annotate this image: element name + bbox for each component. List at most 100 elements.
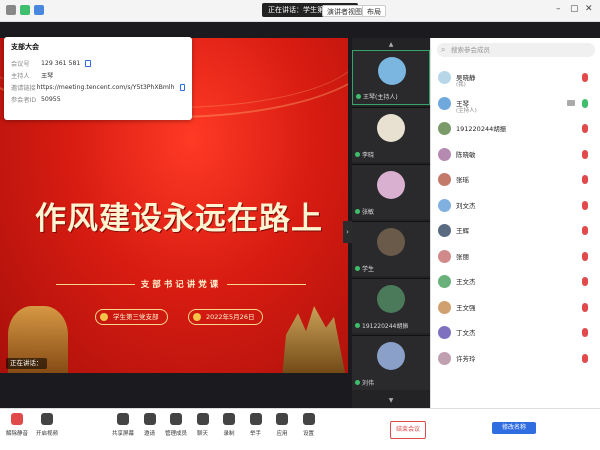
participant-name: 191220244胡振 bbox=[456, 125, 507, 133]
avatar bbox=[438, 224, 451, 237]
participant-row[interactable]: 张丽 bbox=[431, 245, 600, 270]
mic-icon[interactable] bbox=[582, 302, 588, 312]
chat-button[interactable]: 聊天 bbox=[190, 413, 216, 437]
close-icon[interactable]: ✕ bbox=[585, 4, 593, 14]
avatar bbox=[438, 173, 451, 186]
invite-link-value[interactable]: https://meeting.tencent.com/s/Y5t3PhXBml… bbox=[37, 84, 175, 91]
layout-button[interactable]: 布局 bbox=[362, 5, 386, 17]
maximize-icon[interactable]: ▢ bbox=[570, 4, 579, 14]
participant-row[interactable]: 张瑶 bbox=[431, 168, 600, 193]
mic-icon[interactable] bbox=[582, 353, 588, 363]
mic-icon[interactable] bbox=[582, 200, 588, 210]
date-pill: 2022年5月26日 bbox=[188, 309, 264, 325]
scroll-down-icon[interactable]: ▼ bbox=[387, 398, 395, 404]
raise-hand-button[interactable]: 举手 bbox=[243, 413, 269, 437]
video-tile-label: 李晓 bbox=[362, 152, 375, 159]
video-tile-name: 李晓 bbox=[355, 150, 374, 159]
record-button[interactable]: 录制 bbox=[216, 413, 242, 437]
video-tile[interactable]: 学生 bbox=[352, 221, 430, 276]
mic-icon[interactable] bbox=[582, 98, 588, 108]
participant-name: 张瑶 bbox=[456, 176, 469, 184]
mic-icon[interactable] bbox=[582, 277, 588, 286]
participant-row[interactable]: 吴晓静 (我) bbox=[431, 66, 600, 91]
video-tile[interactable]: 刘伟 bbox=[352, 335, 430, 390]
video-tile[interactable]: 李晓 bbox=[352, 107, 430, 162]
participant-row[interactable]: 许芳玲 bbox=[431, 347, 600, 372]
invite-button[interactable]: 邀请 bbox=[137, 413, 163, 437]
participant-row[interactable]: 191220244胡振 bbox=[431, 117, 600, 142]
scroll-up-icon[interactable]: ▲ bbox=[387, 42, 395, 48]
rename-button[interactable]: 修改名称 bbox=[492, 422, 536, 434]
mic-icon[interactable] bbox=[582, 124, 588, 133]
mic-icon[interactable] bbox=[582, 328, 588, 337]
avatar bbox=[377, 114, 405, 142]
avatar bbox=[377, 171, 405, 199]
video-tile-label: 张敏 bbox=[362, 209, 375, 216]
copy-icon[interactable] bbox=[85, 59, 92, 67]
info-icon[interactable] bbox=[6, 5, 16, 15]
participant-name: 陈晓敏 bbox=[456, 150, 476, 159]
start-video-button[interactable]: 开启视频 bbox=[34, 413, 60, 437]
mic-icon[interactable] bbox=[582, 73, 588, 82]
participant-row[interactable]: 陈晓敏 bbox=[431, 143, 600, 168]
apps-button[interactable]: 应用 bbox=[269, 413, 295, 437]
raise-hand-icon bbox=[249, 413, 262, 425]
mic-icon[interactable] bbox=[582, 175, 588, 184]
avatar bbox=[438, 198, 451, 212]
meeting-id-row: 会议号 129 361 581 bbox=[11, 57, 185, 69]
avatar bbox=[438, 147, 451, 161]
participant-name: 许芳玲 bbox=[456, 354, 476, 363]
participant-row[interactable]: 王文杰 bbox=[431, 270, 600, 295]
toolbar-label: 开启视频 bbox=[35, 431, 58, 437]
security-icon[interactable] bbox=[20, 5, 30, 15]
collapse-video-handle[interactable]: › bbox=[343, 221, 352, 243]
mic-icon bbox=[356, 94, 361, 99]
mic-icon[interactable] bbox=[582, 149, 588, 159]
participant-row[interactable]: 王辉 bbox=[431, 219, 600, 244]
slide-subtitle-row: 支部书记讲党课 bbox=[56, 277, 307, 291]
video-tile-name: 王琴(主持人) bbox=[356, 92, 398, 101]
date-pill-text: 2022年5月26日 bbox=[206, 313, 255, 321]
video-tile-label: 王琴(主持人) bbox=[363, 94, 398, 101]
invite-link-row: 邀请链接 https://meeting.tencent.com/s/Y5t3P… bbox=[11, 81, 185, 93]
video-tile[interactable]: 191220244胡振 bbox=[352, 278, 430, 333]
mic-icon[interactable] bbox=[582, 226, 588, 235]
video-tile[interactable]: 王琴(主持人) bbox=[352, 50, 430, 105]
video-tile-label: 学生 bbox=[362, 266, 375, 273]
divider bbox=[227, 283, 307, 285]
video-tile-label: 刘伟 bbox=[362, 380, 375, 387]
info-key: 参会者ID bbox=[11, 96, 37, 104]
avatar bbox=[377, 228, 405, 256]
end-meeting-button[interactable]: 结束会议 bbox=[390, 421, 426, 439]
participant-row[interactable]: 王琴 (主持人) bbox=[431, 92, 600, 117]
video-tile-name: 张敏 bbox=[355, 207, 374, 216]
settings-button[interactable]: 设置 bbox=[296, 413, 322, 437]
participant-row[interactable]: 王文强 bbox=[431, 296, 600, 321]
chat-icon bbox=[196, 413, 209, 425]
slide-title: 作风建设永远在路上 bbox=[35, 201, 323, 237]
share-screen-button[interactable]: 共享屏幕 bbox=[110, 413, 136, 437]
avatar bbox=[438, 122, 451, 135]
participant-search-input[interactable]: 搜索参会成员 bbox=[437, 43, 595, 57]
top-toolbar: 正在讲话：学生第三党支部 演讲者视图 布局 – ▢ ✕ bbox=[0, 0, 600, 22]
manage-members-button[interactable]: 管理成员 bbox=[163, 413, 189, 437]
participant-row[interactable]: 刘文杰 bbox=[431, 194, 600, 219]
video-tile-name: 刘伟 bbox=[355, 378, 374, 387]
mic-icon bbox=[355, 380, 360, 385]
unmute-button[interactable]: 解除静音 bbox=[4, 413, 30, 437]
info-key: 邀请链接 bbox=[11, 84, 36, 92]
view-toggle-button[interactable]: 演讲者视图 bbox=[322, 5, 367, 17]
avatar bbox=[438, 249, 451, 263]
network-signal-icon[interactable] bbox=[34, 5, 44, 15]
participant-id-row: 参会者ID 50955 bbox=[11, 93, 185, 105]
party-emblem-icon bbox=[100, 313, 108, 321]
share-screen-icon bbox=[117, 413, 129, 425]
copy-icon[interactable] bbox=[179, 83, 185, 91]
apps-icon bbox=[276, 413, 288, 425]
mic-icon bbox=[355, 152, 360, 157]
minimize-icon[interactable]: – bbox=[556, 4, 561, 14]
mic-icon[interactable] bbox=[582, 251, 588, 261]
avatar bbox=[438, 300, 451, 314]
participant-row[interactable]: 丁文杰 bbox=[431, 321, 600, 346]
video-tile[interactable]: 张敏 bbox=[352, 164, 430, 219]
